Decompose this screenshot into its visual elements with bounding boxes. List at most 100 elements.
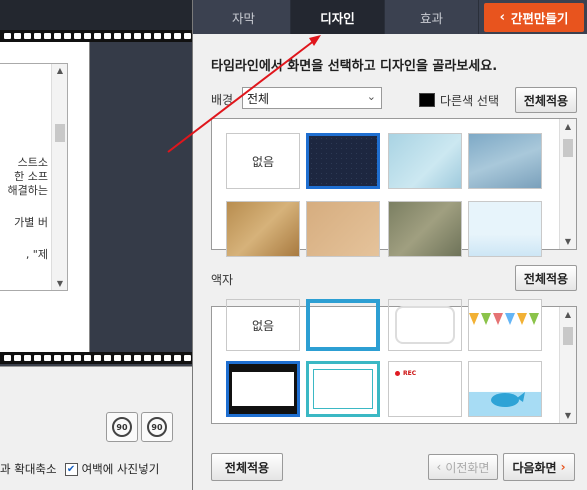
preview-pane: 스트소 한 소프 해결하는 가별 버 , "제 ▲ ▼ 90 90 과 확대축소… <box>0 0 192 490</box>
apply-all-button[interactable]: 전체적용 <box>211 453 283 481</box>
frame-apply-all-button[interactable]: 전체적용 <box>515 265 577 291</box>
film-perforation <box>14 355 21 361</box>
film-perforation <box>54 33 61 39</box>
whale-icon <box>491 392 525 407</box>
rec-label: REC <box>403 370 417 377</box>
tile-label: 없음 <box>251 154 275 169</box>
scroll-thumb[interactable] <box>563 327 573 345</box>
scroll-thumb[interactable] <box>563 139 573 157</box>
rotate-right-button[interactable]: 90 <box>106 412 138 442</box>
background-tile-clouds[interactable] <box>468 201 542 257</box>
scroll-thumb[interactable] <box>55 124 65 142</box>
background-grid-scrollbar[interactable]: ▲ ▼ <box>559 119 576 249</box>
film-perforation <box>164 33 171 39</box>
scroll-up-icon[interactable]: ▲ <box>52 66 67 75</box>
film-perforation <box>174 355 181 361</box>
background-tile-steel-blue[interactable] <box>468 133 542 189</box>
film-perforation <box>124 33 131 39</box>
frame-tile-whale[interactable] <box>468 361 542 417</box>
background-select[interactable]: 전체 ⌄ <box>242 87 382 109</box>
film-perforation <box>24 355 31 361</box>
scroll-down-icon[interactable]: ▼ <box>560 237 576 246</box>
scroll-up-icon[interactable]: ▲ <box>560 310 576 319</box>
scroll-down-icon[interactable]: ▼ <box>560 411 576 420</box>
film-perforation <box>34 355 41 361</box>
background-select-value: 전체 <box>247 92 270 106</box>
tab-bar: 자막 디자인 효과 ‹ 간편만들기 <box>193 0 587 34</box>
frame-tile-filmstrip[interactable] <box>226 361 300 417</box>
background-tile-kraft[interactable] <box>306 201 380 257</box>
rotate-left-button[interactable]: 90 <box>141 412 173 442</box>
frame-grid: 없음 REC ▲ ▼ <box>211 299 577 424</box>
film-perforation <box>94 33 101 39</box>
quick-make-label: 간편만들기 <box>510 11 569 26</box>
tab-design[interactable]: 디자인 <box>291 0 385 34</box>
film-perforation <box>64 355 71 361</box>
film-perforation <box>134 33 141 39</box>
film-perforation <box>94 355 101 361</box>
frame-tile-teal-border[interactable] <box>306 361 380 417</box>
film-perforation <box>114 33 121 39</box>
margin-photo-label: 여백에 사진넣기 <box>81 462 160 476</box>
background-tile-navy-pattern[interactable] <box>306 133 380 189</box>
next-screen-label: 다음화면 <box>512 460 557 475</box>
film-perforation <box>184 355 191 361</box>
color-swatch[interactable] <box>419 93 435 107</box>
chevron-down-icon: ⌄ <box>366 90 376 103</box>
background-apply-all-button[interactable]: 전체적용 <box>515 87 577 113</box>
film-perforation <box>144 355 151 361</box>
film-perforation <box>84 355 91 361</box>
film-perforation <box>154 355 161 361</box>
tab-effect[interactable]: 효과 <box>385 0 479 34</box>
doc-line: , "제 <box>25 248 48 261</box>
tile-label: 없음 <box>251 318 275 333</box>
background-tile-parchment[interactable] <box>226 201 300 257</box>
bunting-icon <box>469 313 539 325</box>
film-perforation <box>124 355 131 361</box>
film-perforation <box>74 355 81 361</box>
film-perforation <box>34 33 41 39</box>
film-perforation <box>184 33 191 39</box>
film-perforation <box>104 33 111 39</box>
film-perforation <box>74 33 81 39</box>
tab-subtitle[interactable]: 자막 <box>197 0 291 34</box>
next-screen-button[interactable]: 다음화면 › <box>503 453 575 481</box>
film-perforation <box>4 33 11 39</box>
rotate-right-label: 90 <box>116 422 128 432</box>
film-perforation <box>64 33 71 39</box>
film-perforation <box>134 355 141 361</box>
document-scrollbar[interactable]: ▲ ▼ <box>51 64 67 290</box>
film-perforation <box>44 355 51 361</box>
film-perforation <box>144 33 151 39</box>
film-perforation <box>174 33 181 39</box>
frame-grid-scrollbar[interactable]: ▲ ▼ <box>559 307 576 423</box>
other-color-label[interactable]: 다른색 선택 <box>440 92 499 109</box>
background-tile-olive[interactable] <box>388 201 462 257</box>
film-perforation <box>44 33 51 39</box>
frame-tile-none[interactable]: 없음 <box>226 299 300 351</box>
background-tile-none[interactable]: 없음 <box>226 133 300 189</box>
scroll-down-icon[interactable]: ▼ <box>52 279 67 288</box>
frame-tile-bunting[interactable] <box>468 299 542 351</box>
previous-screen-button[interactable]: ‹ 이전화면 <box>428 454 498 480</box>
rotate-left-label: 90 <box>151 422 163 432</box>
rotate-right-icon: 90 <box>112 417 132 437</box>
scroll-up-icon[interactable]: ▲ <box>560 122 576 131</box>
chevron-left-icon: ‹ <box>499 10 505 25</box>
preview-document: 스트소 한 소프 해결하는 가별 버 , "제 ▲ ▼ <box>0 63 68 291</box>
margin-photo-checkbox[interactable]: ✔ <box>64 462 78 476</box>
instruction-text: 타임라인에서 화면을 선택하고 디자인을 골라보세요. <box>211 59 498 74</box>
frame-tile-rec[interactable]: REC <box>388 361 462 417</box>
background-tile-sky-blue[interactable] <box>388 133 462 189</box>
doc-line: 가별 버 <box>14 216 48 229</box>
quick-make-button[interactable]: ‹ 간편만들기 <box>484 3 584 32</box>
frame-tile-blue-border[interactable] <box>306 299 380 351</box>
film-perforation <box>164 355 171 361</box>
film-perforation <box>4 355 11 361</box>
film-perforation <box>54 355 61 361</box>
doc-line: 해결하는 <box>7 184 48 197</box>
frame-tile-rounded[interactable] <box>388 299 462 351</box>
document-text: 스트소 한 소프 해결하는 가별 버 , "제 <box>0 156 50 262</box>
film-perforation <box>24 33 31 39</box>
film-perforation <box>154 33 161 39</box>
